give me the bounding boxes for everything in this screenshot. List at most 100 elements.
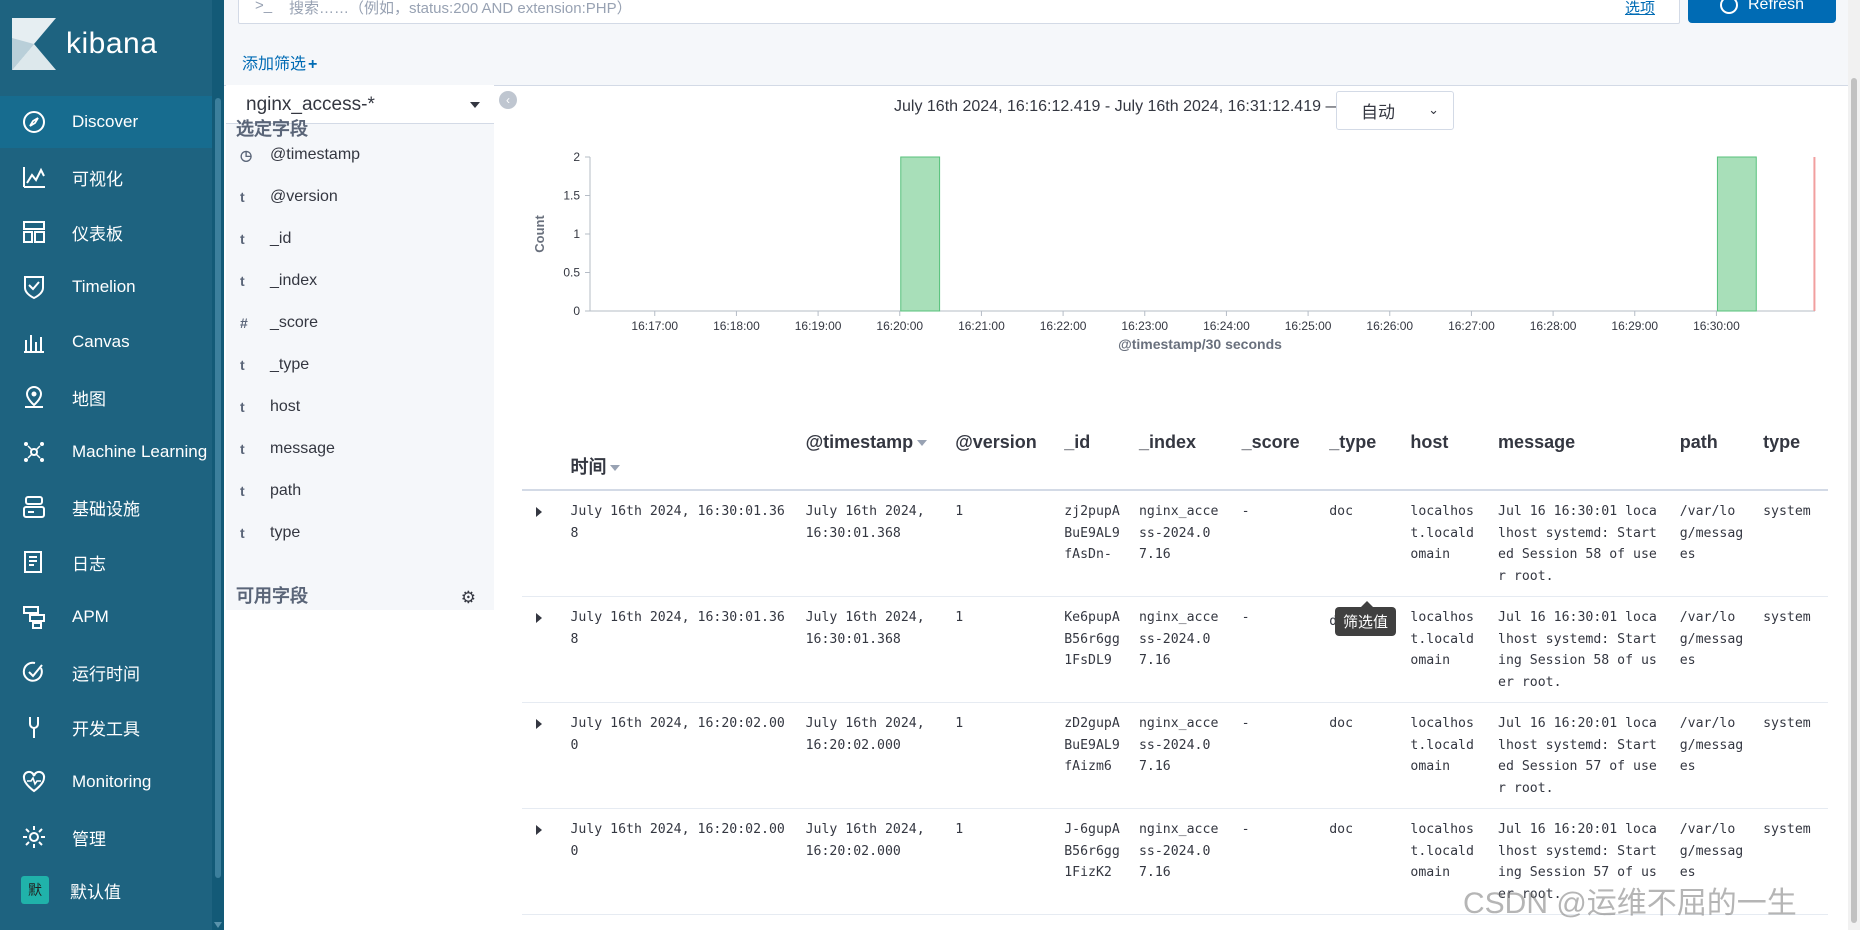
query-prompt-icon: >_ xyxy=(255,0,273,14)
x-tick-label: 16:26:00 xyxy=(1366,319,1413,333)
field-item[interactable]: t path xyxy=(236,477,301,505)
gear-icon[interactable]: ⚙ xyxy=(461,588,476,608)
refresh-icon xyxy=(1719,0,1738,14)
nav-item-label: Machine Learning xyxy=(72,442,208,461)
field-item[interactable]: t _index xyxy=(236,267,317,295)
nav-item-heartbeat[interactable]: Monitoring xyxy=(0,756,212,808)
caret-down-icon xyxy=(470,102,480,108)
field-item[interactable]: t host xyxy=(236,393,300,421)
column-header[interactable]: 时间 xyxy=(560,385,796,491)
column-header[interactable]: _score xyxy=(1231,385,1320,491)
row-expander[interactable] xyxy=(522,596,561,703)
row-expander[interactable] xyxy=(522,808,561,915)
nav-item-label: Timelion xyxy=(72,277,136,296)
expand-row-icon[interactable] xyxy=(536,613,542,623)
collapse-sidebar-icon[interactable]: ‹ xyxy=(499,91,517,109)
string-type-icon: t xyxy=(240,357,245,373)
table-row[interactable]: July 16th 2024, 16:20:02.000 July 16th 20… xyxy=(522,702,1828,809)
nav-item-apm[interactable]: APM xyxy=(0,591,212,643)
user-avatar: 默 xyxy=(20,876,50,904)
infrastructure-icon xyxy=(16,493,52,521)
column-header[interactable]: type xyxy=(1753,385,1828,491)
string-type-icon: t xyxy=(240,441,245,457)
field-item[interactable]: # _score xyxy=(236,309,318,337)
options-link[interactable]: 选项 xyxy=(1625,0,1655,18)
column-header[interactable]: message xyxy=(1488,385,1670,491)
column-header[interactable]: @version xyxy=(945,385,1055,491)
table-cell: - xyxy=(1231,808,1320,915)
nav-item-canvas[interactable]: Canvas xyxy=(0,316,212,368)
page-scrollbar[interactable] xyxy=(1848,0,1860,930)
brand-name: kibana xyxy=(66,27,158,60)
cell-value: doc xyxy=(1329,716,1354,731)
field-item[interactable]: t _id xyxy=(236,225,291,253)
interval-select[interactable]: 自动 ⌄ xyxy=(1336,91,1454,130)
filter-tooltip: 筛选值 xyxy=(1335,601,1397,636)
table-row[interactable]: July 16th 2024, 16:30:01.368 July 16th 20… xyxy=(522,596,1828,703)
column-header-label: 时间 xyxy=(570,457,607,477)
add-filter-button[interactable]: 添加筛选 + xyxy=(242,50,317,74)
nav-item-timelion[interactable]: Timelion xyxy=(0,261,212,313)
field-name: host xyxy=(270,398,301,415)
expand-row-icon[interactable] xyxy=(536,719,542,729)
column-header[interactable]: host xyxy=(1400,385,1489,491)
column-header-label: path xyxy=(1679,432,1718,452)
field-name: path xyxy=(270,482,302,499)
sort-icon[interactable] xyxy=(610,465,621,472)
nav-item-logs[interactable]: 日志 xyxy=(0,536,212,588)
field-item[interactable]: t type xyxy=(236,519,300,547)
field-item[interactable]: t _type xyxy=(236,351,309,379)
refresh-button[interactable]: Refresh xyxy=(1688,0,1836,23)
table-row[interactable]: July 16th 2024, 16:30:01.368 July 16th 20… xyxy=(522,490,1828,597)
nav-item-gear[interactable]: 管理 xyxy=(0,811,212,863)
cell-value: system xyxy=(1763,504,1811,519)
nav-item-label: 管理 xyxy=(72,829,106,849)
field-item[interactable]: t message xyxy=(236,435,335,463)
column-header[interactable]: @timestamp xyxy=(795,385,946,491)
cell-value: - xyxy=(1241,504,1250,519)
column-header[interactable]: path xyxy=(1669,385,1754,491)
field-name: @version xyxy=(270,188,338,205)
field-item[interactable]: t @version xyxy=(236,183,338,211)
sort-icon[interactable] xyxy=(917,440,928,447)
nav-item-wrench[interactable]: 开发工具 xyxy=(0,701,212,753)
nav-item-label: 开发工具 xyxy=(72,719,140,739)
table-cell: 1 xyxy=(945,702,1055,809)
histogram-bar[interactable] xyxy=(1716,156,1757,312)
table-cell: - xyxy=(1231,702,1320,809)
nav-item-visualize[interactable]: 可视化 xyxy=(0,151,212,203)
nav-item-uptime[interactable]: 运行时间 xyxy=(0,646,212,698)
cell-value: localhost.localdomain xyxy=(1410,822,1474,880)
nav-item-machine-learning[interactable]: Machine Learning xyxy=(0,426,212,478)
field-sidebar: nginx_access-* 选定字段 ◷ @timestamp t @version… xyxy=(226,85,494,610)
column-header[interactable]: _index xyxy=(1128,385,1232,491)
field-name: message xyxy=(270,440,335,457)
nav-item-compass[interactable]: Discover xyxy=(0,96,212,148)
table-cell: July 16th 2024, 16:30:01.368 xyxy=(560,596,796,703)
nav-scrollbar[interactable] xyxy=(212,0,224,930)
search-input[interactable]: >_ 搜索……（例如，status:200 AND extension:PHP）… xyxy=(238,0,1680,24)
x-tick-label: 16:25:00 xyxy=(1285,319,1332,333)
table-cell: July 16th 2024, 16:20:02.000 xyxy=(795,808,946,915)
column-header[interactable]: _type xyxy=(1319,385,1401,491)
cell-value: July 16th 2024, 16:30:01.368 xyxy=(805,610,925,647)
field-item[interactable]: ◷ @timestamp xyxy=(236,141,360,169)
row-expander[interactable] xyxy=(522,490,561,597)
expand-row-icon[interactable] xyxy=(536,825,542,835)
nav-item-dashboard[interactable]: 仪表板 xyxy=(0,206,212,258)
table-cell: doc xyxy=(1319,490,1401,597)
nav-item-map-pin[interactable]: 地图 xyxy=(0,371,212,423)
nav-item-user[interactable]: 默 默认值 xyxy=(0,864,212,916)
visualize-icon xyxy=(16,163,52,191)
column-header[interactable]: _id xyxy=(1054,385,1129,491)
nav-item-infrastructure[interactable]: 基础设施 xyxy=(0,481,212,533)
row-expander[interactable] xyxy=(522,702,561,809)
table-cell: Jul 16 16:30:01 localhost systemd: Start… xyxy=(1488,490,1670,597)
cell-value: nginx_access-2024.07.16 xyxy=(1138,822,1219,880)
kibana-logo[interactable]: kibana xyxy=(12,18,157,70)
expand-row-icon[interactable] xyxy=(536,507,542,517)
cell-value: July 16th 2024, 16:20:02.000 xyxy=(570,822,785,859)
histogram-bar[interactable] xyxy=(900,156,941,312)
table-cell: nginx_access-2024.07.16 xyxy=(1128,702,1232,809)
histogram-chart[interactable]: 0 0.5 1 1.5 2 16:17:00 16:18:00 16:19:00 16:20:0… xyxy=(520,140,1820,370)
